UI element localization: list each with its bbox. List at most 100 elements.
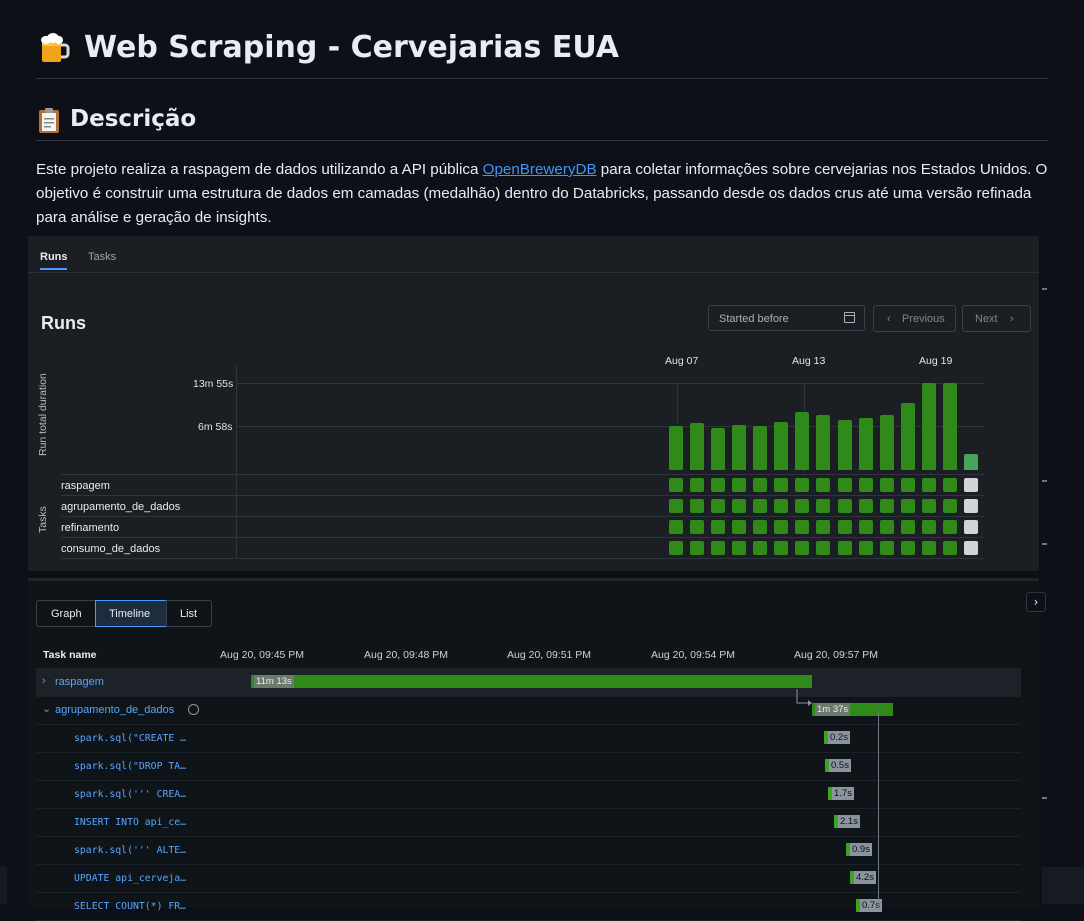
task-status-square[interactable] [942, 520, 957, 534]
task-status-square[interactable] [732, 499, 747, 513]
task-status-square[interactable] [921, 478, 936, 492]
task-status-square[interactable] [858, 478, 873, 492]
view-graph-button[interactable]: Graph [36, 600, 96, 627]
task-status-square[interactable] [837, 499, 852, 513]
task-status-square[interactable] [942, 499, 957, 513]
run-duration-bar[interactable] [900, 403, 915, 470]
task-status-square[interactable] [900, 520, 915, 534]
run-duration-bar[interactable] [774, 422, 789, 470]
timeline-row-raspagem[interactable]: › raspagem 11m 13s [36, 668, 1021, 697]
task-status-square[interactable] [879, 478, 894, 492]
task-status-square[interactable] [711, 499, 726, 513]
task-status-square[interactable] [795, 478, 810, 492]
run-duration-bar[interactable] [669, 426, 683, 470]
task-status-square[interactable] [795, 499, 810, 513]
task-status-square[interactable] [963, 478, 978, 492]
task-status-square[interactable] [858, 541, 873, 555]
task-status-square[interactable] [879, 520, 894, 534]
run-duration-bar[interactable] [858, 417, 873, 470]
subtask-name[interactable]: UPDATE api_cerveja… [74, 873, 186, 884]
info-icon[interactable] [188, 704, 199, 715]
task-status-square[interactable] [753, 520, 768, 534]
task-status-square[interactable] [690, 520, 705, 534]
timeline-row-subtask[interactable]: spark.sql("CREATE … 0.2s [36, 724, 1021, 753]
timeline-row-subtask[interactable]: INSERT INTO api_ce… 2.1s [36, 808, 1021, 837]
timeline-row-subtask[interactable]: UPDATE api_cerveja… 4.2s [36, 864, 1021, 893]
task-status-square[interactable] [711, 478, 726, 492]
run-duration-bar[interactable] [963, 453, 978, 470]
task-status-square[interactable] [669, 520, 683, 534]
task-status-square[interactable] [858, 499, 873, 513]
view-list-button[interactable]: List [166, 600, 212, 627]
task-status-square[interactable] [900, 541, 915, 555]
task-status-square[interactable] [732, 478, 747, 492]
view-timeline-button[interactable]: Timeline [95, 600, 167, 627]
timeline-row-subtask[interactable]: spark.sql("DROP TA… 0.5s [36, 752, 1021, 781]
task-status-square[interactable] [816, 478, 831, 492]
task-status-square[interactable] [690, 541, 705, 555]
task-status-square[interactable] [963, 541, 978, 555]
run-duration-bar[interactable] [753, 426, 768, 470]
task-status-square[interactable] [837, 541, 852, 555]
task-status-square[interactable] [921, 520, 936, 534]
task-status-square[interactable] [816, 520, 831, 534]
expand-icon[interactable]: › [42, 675, 46, 687]
task-status-square[interactable] [669, 499, 683, 513]
subtask-name[interactable]: INSERT INTO api_ce… [74, 817, 186, 828]
panel-toggle-button[interactable]: › [1026, 592, 1046, 612]
run-duration-bar[interactable] [816, 414, 831, 470]
task-status-square[interactable] [942, 478, 957, 492]
run-duration-bar[interactable] [795, 411, 810, 470]
task-status-square[interactable] [921, 499, 936, 513]
run-duration-bar[interactable] [942, 383, 957, 470]
task-status-square[interactable] [690, 499, 705, 513]
run-duration-bar[interactable] [732, 425, 747, 470]
timeline-row-subtask[interactable]: spark.sql(''' CREA… 1.7s [36, 780, 1021, 809]
subtask-name[interactable]: SELECT COUNT(*) FR… [74, 901, 186, 912]
task-status-square[interactable] [711, 520, 726, 534]
task-status-square[interactable] [858, 520, 873, 534]
task-status-square[interactable] [669, 478, 683, 492]
task-status-square[interactable] [816, 499, 831, 513]
subtask-name[interactable]: spark.sql("CREATE … [74, 733, 186, 744]
task-status-square[interactable] [942, 541, 957, 555]
run-duration-bar[interactable] [711, 428, 726, 470]
task-status-square[interactable] [774, 541, 789, 555]
task-status-square[interactable] [774, 478, 789, 492]
openbrewerydb-link[interactable]: OpenBreweryDB [483, 161, 597, 178]
task-status-square[interactable] [753, 541, 768, 555]
task-status-square[interactable] [774, 499, 789, 513]
task-status-square[interactable] [963, 520, 978, 534]
task-status-square[interactable] [879, 541, 894, 555]
timeline-row-agrupamento[interactable]: ⌄ agrupamento_de_dados 1m 37s [36, 689, 1021, 725]
task-status-square[interactable] [774, 520, 789, 534]
task-name[interactable]: raspagem [55, 676, 104, 688]
task-status-square[interactable] [900, 499, 915, 513]
run-duration-bar[interactable] [879, 414, 894, 470]
subtask-name[interactable]: spark.sql("DROP TA… [74, 761, 186, 772]
task-status-square[interactable] [753, 499, 768, 513]
subtask-name[interactable]: spark.sql(''' CREA… [74, 789, 186, 800]
run-duration-bar[interactable] [690, 423, 705, 470]
run-duration-bar[interactable] [921, 383, 936, 470]
collapse-icon[interactable]: ⌄ [42, 702, 51, 715]
timeline-row-subtask[interactable]: SELECT COUNT(*) FR… 0.7s [36, 892, 1021, 921]
task-status-square[interactable] [879, 499, 894, 513]
task-status-square[interactable] [963, 499, 978, 513]
task-name[interactable]: agrupamento_de_dados [55, 704, 174, 716]
task-status-square[interactable] [690, 478, 705, 492]
run-duration-bar[interactable] [837, 419, 852, 470]
task-status-square[interactable] [753, 478, 768, 492]
task-status-square[interactable] [732, 520, 747, 534]
task-status-square[interactable] [711, 541, 726, 555]
task-status-square[interactable] [795, 520, 810, 534]
task-status-square[interactable] [837, 478, 852, 492]
task-status-square[interactable] [921, 541, 936, 555]
task-status-square[interactable] [732, 541, 747, 555]
task-status-square[interactable] [795, 541, 810, 555]
task-status-square[interactable] [669, 541, 683, 555]
subtask-name[interactable]: spark.sql(''' ALTE… [74, 845, 186, 856]
task-status-square[interactable] [816, 541, 831, 555]
timeline-row-subtask[interactable]: spark.sql(''' ALTE… 0.9s [36, 836, 1021, 865]
task-status-square[interactable] [900, 478, 915, 492]
